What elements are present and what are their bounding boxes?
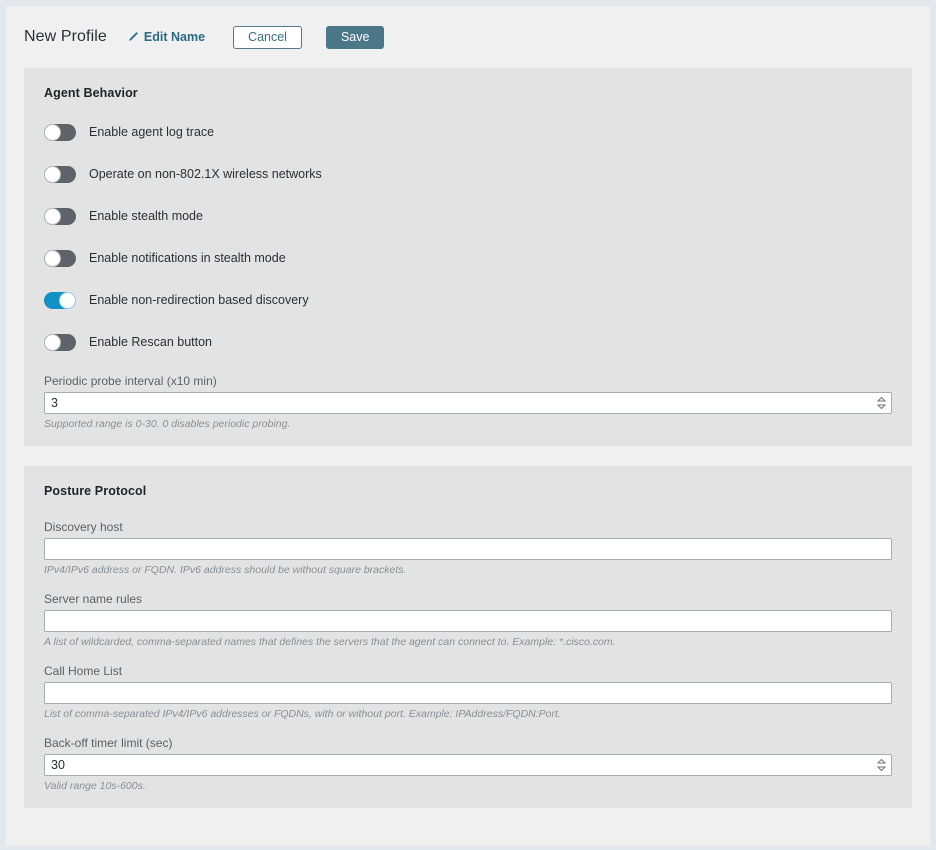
toggle-knob xyxy=(44,333,61,351)
text-input[interactable] xyxy=(44,610,892,632)
text-input[interactable] xyxy=(44,392,892,414)
field-label: Server name rules xyxy=(44,592,143,606)
text-input[interactable] xyxy=(44,682,892,704)
field-hint: List of comma-separated IPv4/IPv6 addres… xyxy=(44,708,561,720)
field-label: Call Home List xyxy=(44,664,123,678)
text-input[interactable] xyxy=(44,754,892,776)
section-card: Agent Behavior Enable agent log trace Oper… xyxy=(24,68,912,446)
page-frame: New Profile Edit Name Cancel Save Agent … xyxy=(0,0,936,850)
toggle-switch[interactable] xyxy=(44,291,76,309)
toggle-row: Enable Rescan button xyxy=(44,332,892,352)
edit-name-button[interactable]: Edit Name xyxy=(127,30,205,44)
toggle-switch[interactable] xyxy=(44,207,76,225)
cancel-button[interactable]: Cancel xyxy=(233,25,302,49)
field-input-wrapper xyxy=(44,392,892,414)
page-header: New Profile Edit Name Cancel Save xyxy=(6,6,930,68)
toggle-label: Enable non-redirection based discovery xyxy=(89,293,309,307)
number-stepper[interactable] xyxy=(877,396,886,410)
field-hint: Supported range is 0-30. 0 disables peri… xyxy=(44,418,291,430)
sections-container: Agent Behavior Enable agent log trace Oper… xyxy=(6,68,930,808)
edit-name-label: Edit Name xyxy=(143,30,206,44)
toggle-switch[interactable] xyxy=(44,165,76,183)
section-title: Posture Protocol xyxy=(44,484,147,498)
toggle-knob xyxy=(44,123,61,141)
field-hint: IPv4/IPv6 address or FQDN. IPv6 address … xyxy=(44,564,407,576)
form-field: Periodic probe interval (x10 min) Support… xyxy=(44,374,892,430)
toggle-label: Enable Rescan button xyxy=(89,335,213,349)
save-button[interactable]: Save xyxy=(325,25,385,49)
toggle-row: Enable non-redirection based discovery xyxy=(44,290,892,310)
toggle-switch[interactable] xyxy=(44,249,76,267)
field-hint: A list of wildcarded, comma-separated na… xyxy=(44,636,616,648)
form-field: Discovery host IPv4/IPv6 address or FQDN.… xyxy=(44,520,892,576)
toggle-knob xyxy=(44,207,61,225)
toggle-knob xyxy=(44,165,61,183)
field-input-wrapper xyxy=(44,538,892,560)
field-input-wrapper xyxy=(44,682,892,704)
toggle-label: Enable agent log trace xyxy=(89,125,215,139)
toggle-knob xyxy=(59,291,76,309)
toggle-row: Enable notifications in stealth mode xyxy=(44,248,892,268)
toggle-row: Enable stealth mode xyxy=(44,206,892,226)
toggle-row: Operate on non-802.1X wireless networks xyxy=(44,164,892,184)
field-label: Back-off timer limit (sec) xyxy=(44,736,173,750)
form-field: Back-off timer limit (sec) Valid range 10… xyxy=(44,736,892,792)
field-input-wrapper xyxy=(44,610,892,632)
form-field: Call Home List List of comma-separated IP… xyxy=(44,664,892,720)
form-field: Server name rules A list of wildcarded, c… xyxy=(44,592,892,648)
section-card: Posture Protocol Discovery host IPv4/IPv6 … xyxy=(24,466,912,808)
toggle-knob xyxy=(44,249,61,267)
number-stepper[interactable] xyxy=(877,758,886,772)
section-title: Agent Behavior xyxy=(44,86,138,100)
toggle-switch[interactable] xyxy=(44,123,76,141)
page-title: New Profile xyxy=(24,28,107,45)
field-label: Discovery host xyxy=(44,520,123,534)
toggle-label: Enable notifications in stealth mode xyxy=(89,251,286,265)
text-input[interactable] xyxy=(44,538,892,560)
field-hint: Valid range 10s-600s. xyxy=(44,780,146,792)
toggle-switch[interactable] xyxy=(44,333,76,351)
pencil-icon xyxy=(127,31,139,43)
toggle-label: Enable stealth mode xyxy=(89,209,203,223)
toggle-label: Operate on non-802.1X wireless networks xyxy=(89,167,322,181)
toggle-row: Enable agent log trace xyxy=(44,122,892,142)
field-input-wrapper xyxy=(44,754,892,776)
field-label: Periodic probe interval (x10 min) xyxy=(44,374,217,388)
